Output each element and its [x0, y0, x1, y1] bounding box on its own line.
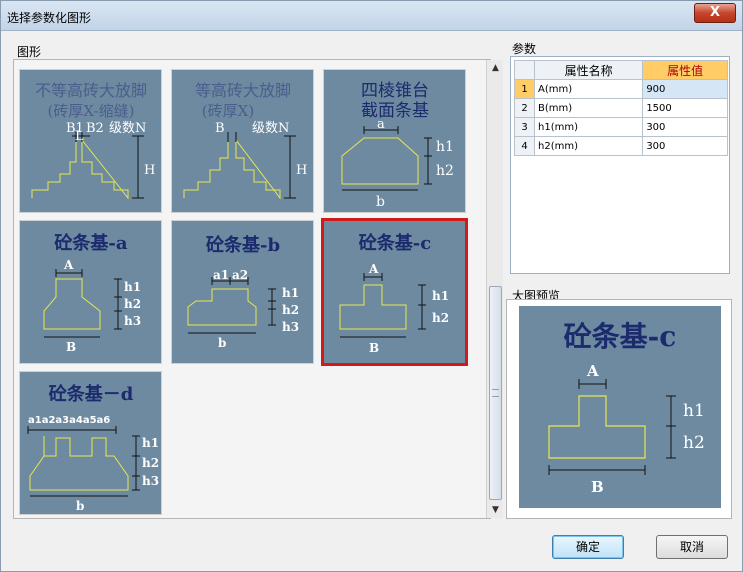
tile-title: 砼条基-b: [206, 234, 280, 256]
shape-tile-frustum[interactable]: 四棱锥台 截面条基 a h1 h2 b: [323, 69, 466, 213]
mark-a: A: [63, 258, 74, 272]
corner-cell: [514, 60, 535, 80]
shape-tile-concrete-b[interactable]: 砼条基-b a1 a2 h1 h2 h3 b: [171, 220, 314, 364]
mark-h2: h2: [282, 303, 299, 317]
close-button[interactable]: X: [694, 3, 736, 23]
scroll-up-arrow-icon[interactable]: ▲: [487, 60, 504, 76]
row-index: 3: [514, 117, 535, 137]
grip-icon: [492, 389, 499, 397]
shape-diagram: 等高砖大放脚 (砖厚X) B 级数N H: [183, 81, 307, 200]
mark-h1: h1: [683, 401, 705, 421]
preview-title: 砼条基-c: [564, 320, 677, 353]
column-header-name[interactable]: 属性名称: [533, 60, 644, 80]
mark-h1: h1: [124, 280, 141, 294]
param-name: h1(mm): [533, 117, 644, 137]
tile-title-line1: 等高砖大放脚: [195, 81, 291, 100]
shape-diagram: 砼条基-c A h1 h2 B: [339, 232, 449, 355]
mark-a2: a2: [232, 268, 248, 282]
mark-h3: h3: [142, 474, 159, 488]
mark-b: B: [215, 121, 225, 136]
table-row[interactable]: 4 h2(mm) 300: [514, 136, 728, 156]
params-group-label: 参数: [512, 42, 537, 56]
shape-diagram: 四棱锥台 截面条基 a h1 h2 b: [341, 81, 454, 210]
param-value-cell[interactable]: 300: [642, 136, 728, 156]
column-header-value[interactable]: 属性值: [642, 60, 728, 80]
mark-a: a: [377, 117, 385, 132]
tile-title-line1: 四棱锥台: [361, 81, 429, 101]
mark-h3: h3: [282, 320, 299, 334]
mark-h1: h1: [436, 139, 454, 155]
mark-h3: h3: [124, 314, 141, 328]
mark-a: A: [368, 262, 379, 276]
shapes-scrollbar[interactable]: ▲ ▼: [486, 60, 503, 518]
tile-title-line2: (砖厚X-缩缝): [48, 102, 135, 120]
mark-a1: a1: [213, 268, 229, 282]
mark-h1: h1: [282, 286, 299, 300]
shape-diagram: 砼条基-a A h1 h2 h3 B: [43, 232, 141, 354]
tile-title-line2: 截面条基: [361, 101, 429, 121]
mark-b: b: [376, 194, 385, 210]
row-index: 4: [514, 136, 535, 156]
shapes-group-label: 图形: [17, 45, 42, 59]
mark-b: B: [369, 341, 379, 355]
table-row[interactable]: 1 A(mm) 900: [514, 79, 728, 99]
table-row[interactable]: 2 B(mm) 1500: [514, 98, 728, 118]
tile-title: 砼条基-c: [359, 232, 431, 254]
shape-tile-concrete-d[interactable]: 砼条基－d a1a2a3a4a5a6 h1 h2 h3 b: [19, 371, 162, 515]
mark-b: b: [218, 336, 226, 350]
shape-diagram: 砼条基-b a1 a2 h1 h2 h3 b: [187, 234, 299, 350]
tile-title-line2: (砖厚X): [202, 102, 254, 120]
mark-h1: h1: [142, 436, 159, 450]
ok-button[interactable]: 确定: [552, 535, 624, 559]
table-row[interactable]: 3 h1(mm) 300: [514, 117, 728, 137]
tile-title: 砼条基-a: [54, 232, 127, 254]
window-title: 选择参数化图形: [7, 11, 92, 25]
preview-diagram: 砼条基-c A h1 h2 B: [548, 320, 705, 496]
param-name: B(mm): [533, 98, 644, 118]
tile-title-line1: 不等高砖大放脚: [35, 81, 147, 100]
mark-h2: h2: [436, 163, 454, 179]
cancel-button[interactable]: 取消: [656, 535, 728, 559]
tile-title: 砼条基－d: [49, 383, 134, 405]
param-value-cell[interactable]: 900: [642, 79, 728, 99]
shape-tile-concrete-c[interactable]: 砼条基-c A h1 h2 B: [321, 218, 468, 366]
params-grid: 属性名称 属性值 1 A(mm) 900 2 B(mm) 1500 3 h1(m…: [510, 56, 730, 274]
mark-l: L: [75, 129, 84, 144]
mark-h: H: [144, 163, 155, 178]
title-bar: 选择参数化图形 X: [1, 1, 742, 31]
mark-h2: h2: [142, 456, 159, 470]
param-name: A(mm): [533, 79, 644, 99]
shape-diagram: 砼条基－d a1a2a3a4a5a6 h1 h2 h3 b: [27, 383, 159, 513]
mark-a-series: a1a2a3a4a5a6: [28, 415, 110, 426]
param-value-cell[interactable]: 1500: [642, 98, 728, 118]
mark-b: B: [66, 340, 76, 354]
shape-tile-brick-unequal[interactable]: 不等高砖大放脚 (砖厚X-缩缝) B1 L B2 级数N H: [19, 69, 162, 213]
preview-image: 砼条基-c A h1 h2 B: [519, 306, 721, 508]
mark-levels: 级数N: [252, 121, 289, 136]
mark-h2: h2: [124, 297, 141, 311]
mark-h: H: [296, 163, 307, 178]
params-table: 属性名称 属性值 1 A(mm) 900 2 B(mm) 1500 3 h1(m…: [514, 60, 728, 156]
mark-h2: h2: [432, 311, 449, 325]
shape-diagram: 不等高砖大放脚 (砖厚X-缩缝) B1 L B2 级数N H: [31, 81, 155, 200]
mark-h1: h1: [432, 289, 449, 303]
param-value-cell[interactable]: 300: [642, 117, 728, 137]
row-index: 1: [514, 79, 535, 99]
shapes-panel: 不等高砖大放脚 (砖厚X-缩缝) B1 L B2 级数N H 等高砖大放脚 (砖…: [13, 59, 503, 519]
scroll-thumb[interactable]: [489, 286, 502, 500]
param-name: h2(mm): [533, 136, 644, 156]
mark-a: A: [586, 362, 599, 380]
shape-tile-brick-equal[interactable]: 等高砖大放脚 (砖厚X) B 级数N H: [171, 69, 314, 213]
row-index: 2: [514, 98, 535, 118]
mark-b: b: [76, 499, 84, 513]
shape-tile-concrete-a[interactable]: 砼条基-a A h1 h2 h3 B: [19, 220, 162, 364]
scroll-down-arrow-icon[interactable]: ▼: [487, 502, 504, 518]
mark-b2: B2: [86, 121, 104, 136]
mark-levels: 级数N: [109, 121, 146, 136]
mark-h2: h2: [683, 433, 705, 453]
mark-b: B: [591, 478, 604, 496]
preview-panel: 砼条基-c A h1 h2 B: [506, 299, 732, 519]
dialog-window: 选择参数化图形 X 图形 不等高砖大放脚 (砖厚X-缩缝) B1 L B2 级数…: [0, 0, 743, 572]
